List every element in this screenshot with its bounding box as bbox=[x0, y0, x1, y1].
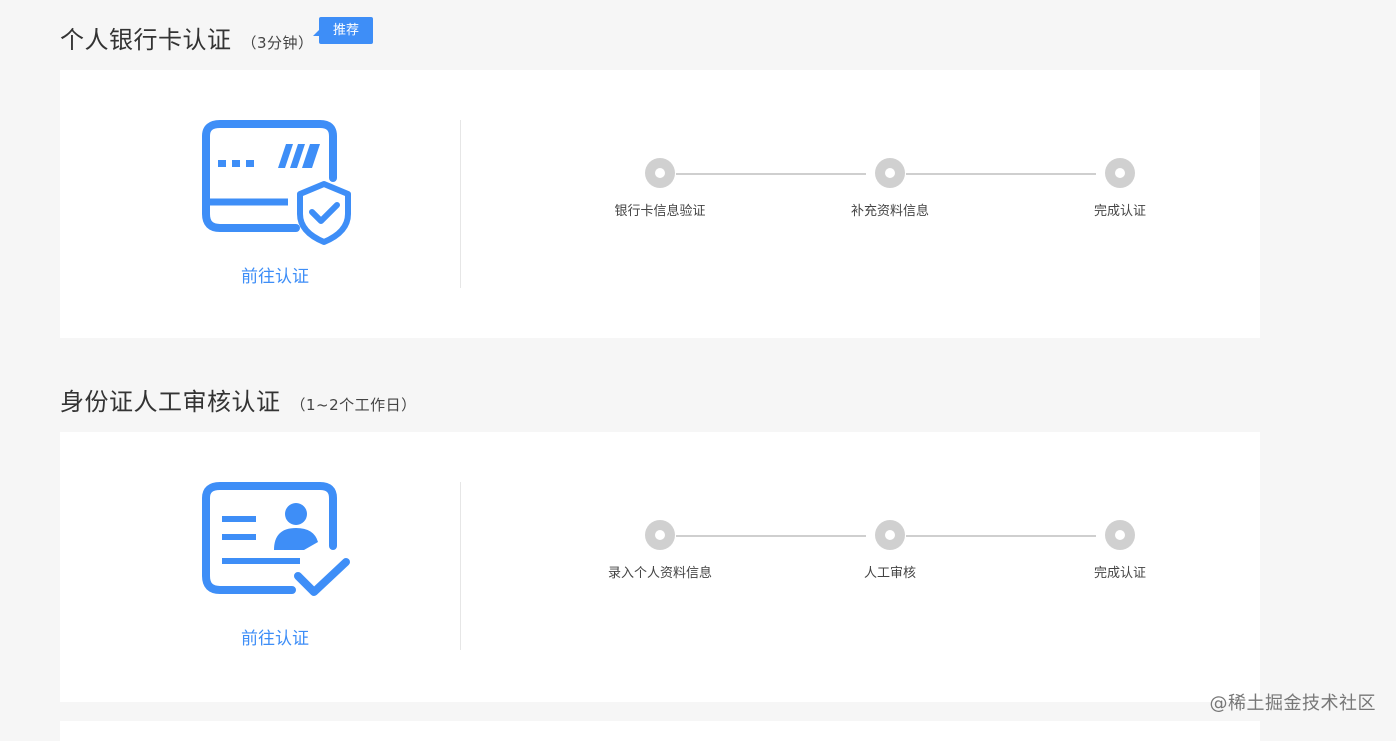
section-duration: （1~2个工作日） bbox=[290, 396, 417, 414]
section-header: 个人银行卡认证 （3分钟） 推荐 bbox=[60, 0, 1260, 70]
step-label: 录入个人资料信息 bbox=[607, 566, 712, 581]
section-title: 身份证人工审核认证 （1~2个工作日） bbox=[60, 382, 417, 417]
step-item: 录入个人资料信息 bbox=[580, 516, 740, 581]
bank-card-shield-icon[interactable] bbox=[200, 118, 352, 246]
step-label: 完成认证 bbox=[1093, 566, 1146, 581]
auth-card: 前往认证 录入个人资料信息 人工审核 完成认证 bbox=[60, 432, 1260, 702]
section-title-text: 身份证人工审核认证 bbox=[60, 388, 281, 416]
step-label: 银行卡信息验证 bbox=[614, 204, 706, 219]
next-auth-card bbox=[60, 721, 1260, 741]
step-dot bbox=[875, 520, 905, 550]
step-label: 完成认证 bbox=[1093, 204, 1146, 219]
step-item: 完成认证 bbox=[1040, 154, 1200, 219]
auth-card-left: 前往认证 bbox=[60, 70, 460, 338]
step-dot bbox=[875, 158, 905, 188]
section-title: 个人银行卡认证 （3分钟） bbox=[60, 20, 314, 55]
divider bbox=[460, 482, 461, 650]
step-label: 人工审核 bbox=[863, 566, 916, 581]
step-label: 补充资料信息 bbox=[850, 204, 929, 219]
auth-steps: 录入个人资料信息 人工审核 完成认证 bbox=[580, 516, 1180, 596]
step-item: 补充资料信息 bbox=[810, 154, 970, 219]
step-item: 人工审核 bbox=[810, 516, 970, 581]
step-item: 银行卡信息验证 bbox=[580, 154, 740, 219]
watermark: @稀土掘金技术社区 bbox=[1209, 693, 1376, 714]
auth-steps: 银行卡信息验证 补充资料信息 完成认证 bbox=[580, 154, 1180, 234]
recommended-badge: 推荐 bbox=[312, 17, 374, 44]
step-dot bbox=[645, 158, 675, 188]
auth-card: 前往认证 银行卡信息验证 补充资料信息 完成认证 bbox=[60, 70, 1260, 338]
step-dot bbox=[1105, 520, 1135, 550]
id-card-auth-section: 身份证人工审核认证 （1~2个工作日） 前往认证 录入个人资料信息 人工审核 完… bbox=[60, 362, 1260, 702]
auth-card-left: 前往认证 bbox=[60, 432, 460, 702]
section-duration: （3分钟） bbox=[241, 34, 314, 52]
section-header: 身份证人工审核认证 （1~2个工作日） bbox=[60, 362, 1260, 432]
step-dot bbox=[1105, 158, 1135, 188]
step-item: 完成认证 bbox=[1040, 516, 1200, 581]
section-title-text: 个人银行卡认证 bbox=[60, 26, 232, 54]
go-auth-link[interactable]: 前往认证 bbox=[60, 262, 490, 287]
go-auth-link[interactable]: 前往认证 bbox=[60, 624, 490, 649]
id-card-check-icon[interactable] bbox=[200, 480, 352, 608]
bank-card-auth-section: 个人银行卡认证 （3分钟） 推荐 前往认证 银行卡信息验证 补充资料信息 完成认… bbox=[60, 0, 1260, 338]
step-dot bbox=[645, 520, 675, 550]
divider bbox=[460, 120, 461, 288]
